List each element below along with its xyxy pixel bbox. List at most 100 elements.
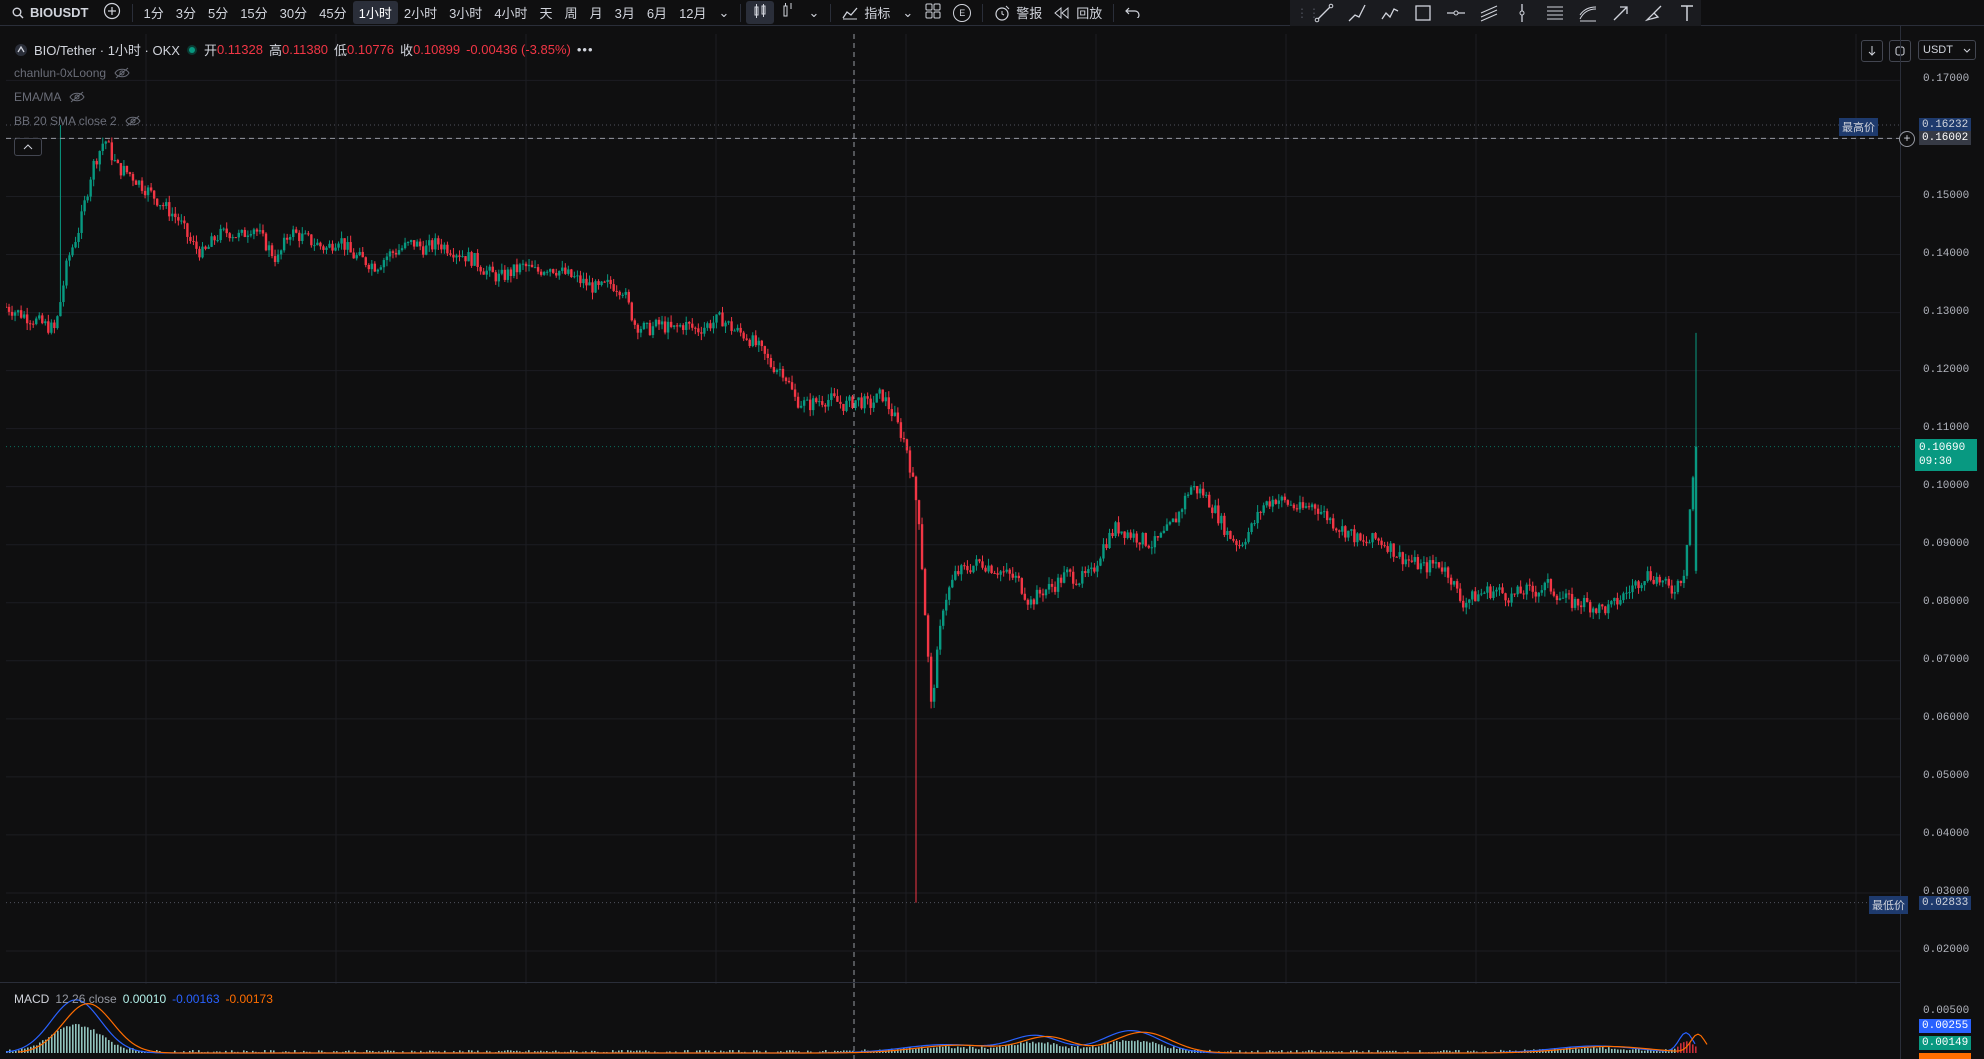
macd-histogram-bar: [1083, 1047, 1085, 1053]
alerts-label: 警报: [1016, 6, 1043, 21]
candle-body: [866, 396, 869, 399]
macd-histogram-bar: [1611, 1048, 1613, 1053]
layout-button[interactable]: [919, 1, 947, 24]
eye-hidden-icon[interactable]: [114, 67, 130, 79]
candle-body: [926, 615, 930, 657]
macd-histogram-bar: [1173, 1046, 1175, 1053]
symbol-search[interactable]: BIOUSDT: [0, 5, 97, 20]
candle-body: [1386, 546, 1389, 552]
candle-body: [751, 335, 754, 347]
candle-body: [1540, 590, 1544, 593]
symbol-title[interactable]: BIO/Tether · 1小时 · OKX: [34, 40, 180, 59]
chart-type-chevron-icon[interactable]: ⌄: [802, 3, 825, 23]
add-symbol-button[interactable]: [97, 0, 127, 25]
macd-histogram-bar: [1155, 1043, 1157, 1053]
candle-body: [769, 358, 773, 368]
more-options-icon[interactable]: •••: [577, 42, 594, 57]
candle-body: [706, 323, 709, 328]
indicators-chevron-icon[interactable]: ⌄: [896, 3, 919, 23]
candle-body: [793, 389, 797, 397]
candle-type-button[interactable]: [746, 1, 775, 24]
interval-button[interactable]: 30分: [274, 1, 313, 24]
drag-handle-icon[interactable]: ⋮⋮: [1296, 6, 1320, 20]
more-intervals-chevron-icon[interactable]: ⌄: [713, 3, 736, 23]
alerts-button[interactable]: 警报: [988, 1, 1048, 24]
indicators-button[interactable]: 指标: [836, 1, 896, 24]
macd-chart[interactable]: [6, 983, 1900, 1059]
chevron-up-icon: [23, 144, 33, 150]
bar-type-button[interactable]: [774, 1, 802, 24]
candle-body: [1286, 500, 1290, 505]
macd-histogram-bar: [1020, 1042, 1022, 1053]
indicator-ema[interactable]: EMA/MA: [14, 90, 85, 104]
candle-body: [815, 398, 818, 403]
arrow-tool-icon[interactable]: [1606, 1, 1635, 25]
macd-histogram-bar: [1011, 1044, 1013, 1053]
interval-button[interactable]: 3月: [609, 1, 641, 24]
add-alert-plus-icon[interactable]: +: [1899, 131, 1915, 148]
brush-tool-icon[interactable]: [1639, 1, 1668, 25]
interval-button[interactable]: 15分: [234, 1, 273, 24]
candle-body: [1567, 593, 1571, 595]
e-button[interactable]: E: [947, 2, 977, 24]
ray-tool-icon[interactable]: [1343, 1, 1372, 25]
candle-body: [503, 269, 507, 280]
interval-button[interactable]: 12月: [673, 1, 712, 24]
interval-button[interactable]: 1小时: [352, 1, 398, 24]
candle-body: [1068, 569, 1072, 572]
candle-body: [16, 310, 20, 313]
candle-body: [467, 252, 470, 262]
candle-body: [945, 599, 948, 611]
pitchfork-tool-icon[interactable]: [1573, 1, 1602, 25]
indicator-chanlun[interactable]: chanlun-0xLoong: [14, 66, 130, 80]
interval-button[interactable]: 1分: [138, 1, 170, 24]
candle-body: [600, 281, 603, 286]
candle-body: [89, 179, 92, 197]
candle-body: [712, 322, 715, 329]
candle-body: [491, 266, 494, 273]
candle-body: [812, 398, 815, 411]
interval-button[interactable]: 天: [534, 1, 559, 24]
candle-body: [1637, 581, 1640, 589]
candle-body: [370, 263, 374, 270]
fib-tool-icon[interactable]: [1540, 1, 1569, 25]
interval-button[interactable]: 4小时: [488, 1, 533, 24]
undo-button[interactable]: [1119, 2, 1147, 23]
replay-button[interactable]: 回放: [1048, 1, 1108, 24]
macd-histogram-bar: [1572, 1049, 1574, 1053]
horizontal-line-tool-icon[interactable]: [1442, 1, 1471, 25]
text-tool-icon[interactable]: [1672, 1, 1701, 25]
interval-button[interactable]: 6月: [641, 1, 673, 24]
macd-histogram-bar: [102, 1035, 104, 1053]
macd-histogram-bar: [1074, 1046, 1076, 1053]
macd-label[interactable]: MACD: [14, 992, 49, 1006]
price-chart[interactable]: [6, 34, 1900, 984]
interval-button[interactable]: 周: [559, 1, 584, 24]
indicator-bb[interactable]: BB 20 SMA close 2: [14, 114, 141, 128]
macd-histogram-bar: [1113, 1041, 1115, 1053]
macd-histogram-bar: [1065, 1046, 1067, 1053]
collapse-indicators-button[interactable]: [14, 138, 42, 156]
interval-button[interactable]: 3分: [170, 1, 202, 24]
candle-body: [1005, 569, 1008, 572]
trend-line-tool-icon[interactable]: [1310, 1, 1339, 25]
macd-histogram-bar: [1593, 1046, 1595, 1053]
rectangle-tool-icon[interactable]: [1409, 1, 1438, 25]
macd-histogram-bar: [96, 1033, 98, 1053]
interval-button[interactable]: 3小时: [443, 1, 488, 24]
macd-histogram-bar: [1041, 1042, 1043, 1053]
path-tool-icon[interactable]: [1376, 1, 1405, 25]
scroll-to-latest-button[interactable]: [1861, 40, 1883, 62]
eye-hidden-icon[interactable]: [125, 115, 141, 127]
interval-button[interactable]: 5分: [202, 1, 234, 24]
interval-button[interactable]: 2小时: [398, 1, 443, 24]
interval-button[interactable]: 月: [584, 1, 609, 24]
vertical-line-tool-icon[interactable]: [1508, 1, 1537, 25]
parallel-channel-tool-icon[interactable]: [1475, 1, 1504, 25]
candle-body: [1480, 593, 1483, 595]
eye-hidden-icon[interactable]: [69, 91, 85, 103]
candle-body: [860, 397, 863, 409]
candle-body: [155, 198, 159, 206]
price-axis[interactable]: 0.17000 0.15000 0.14000 0.13000 0.12000 0.110…: [1839, 26, 1984, 1059]
interval-button[interactable]: 45分: [313, 1, 352, 24]
